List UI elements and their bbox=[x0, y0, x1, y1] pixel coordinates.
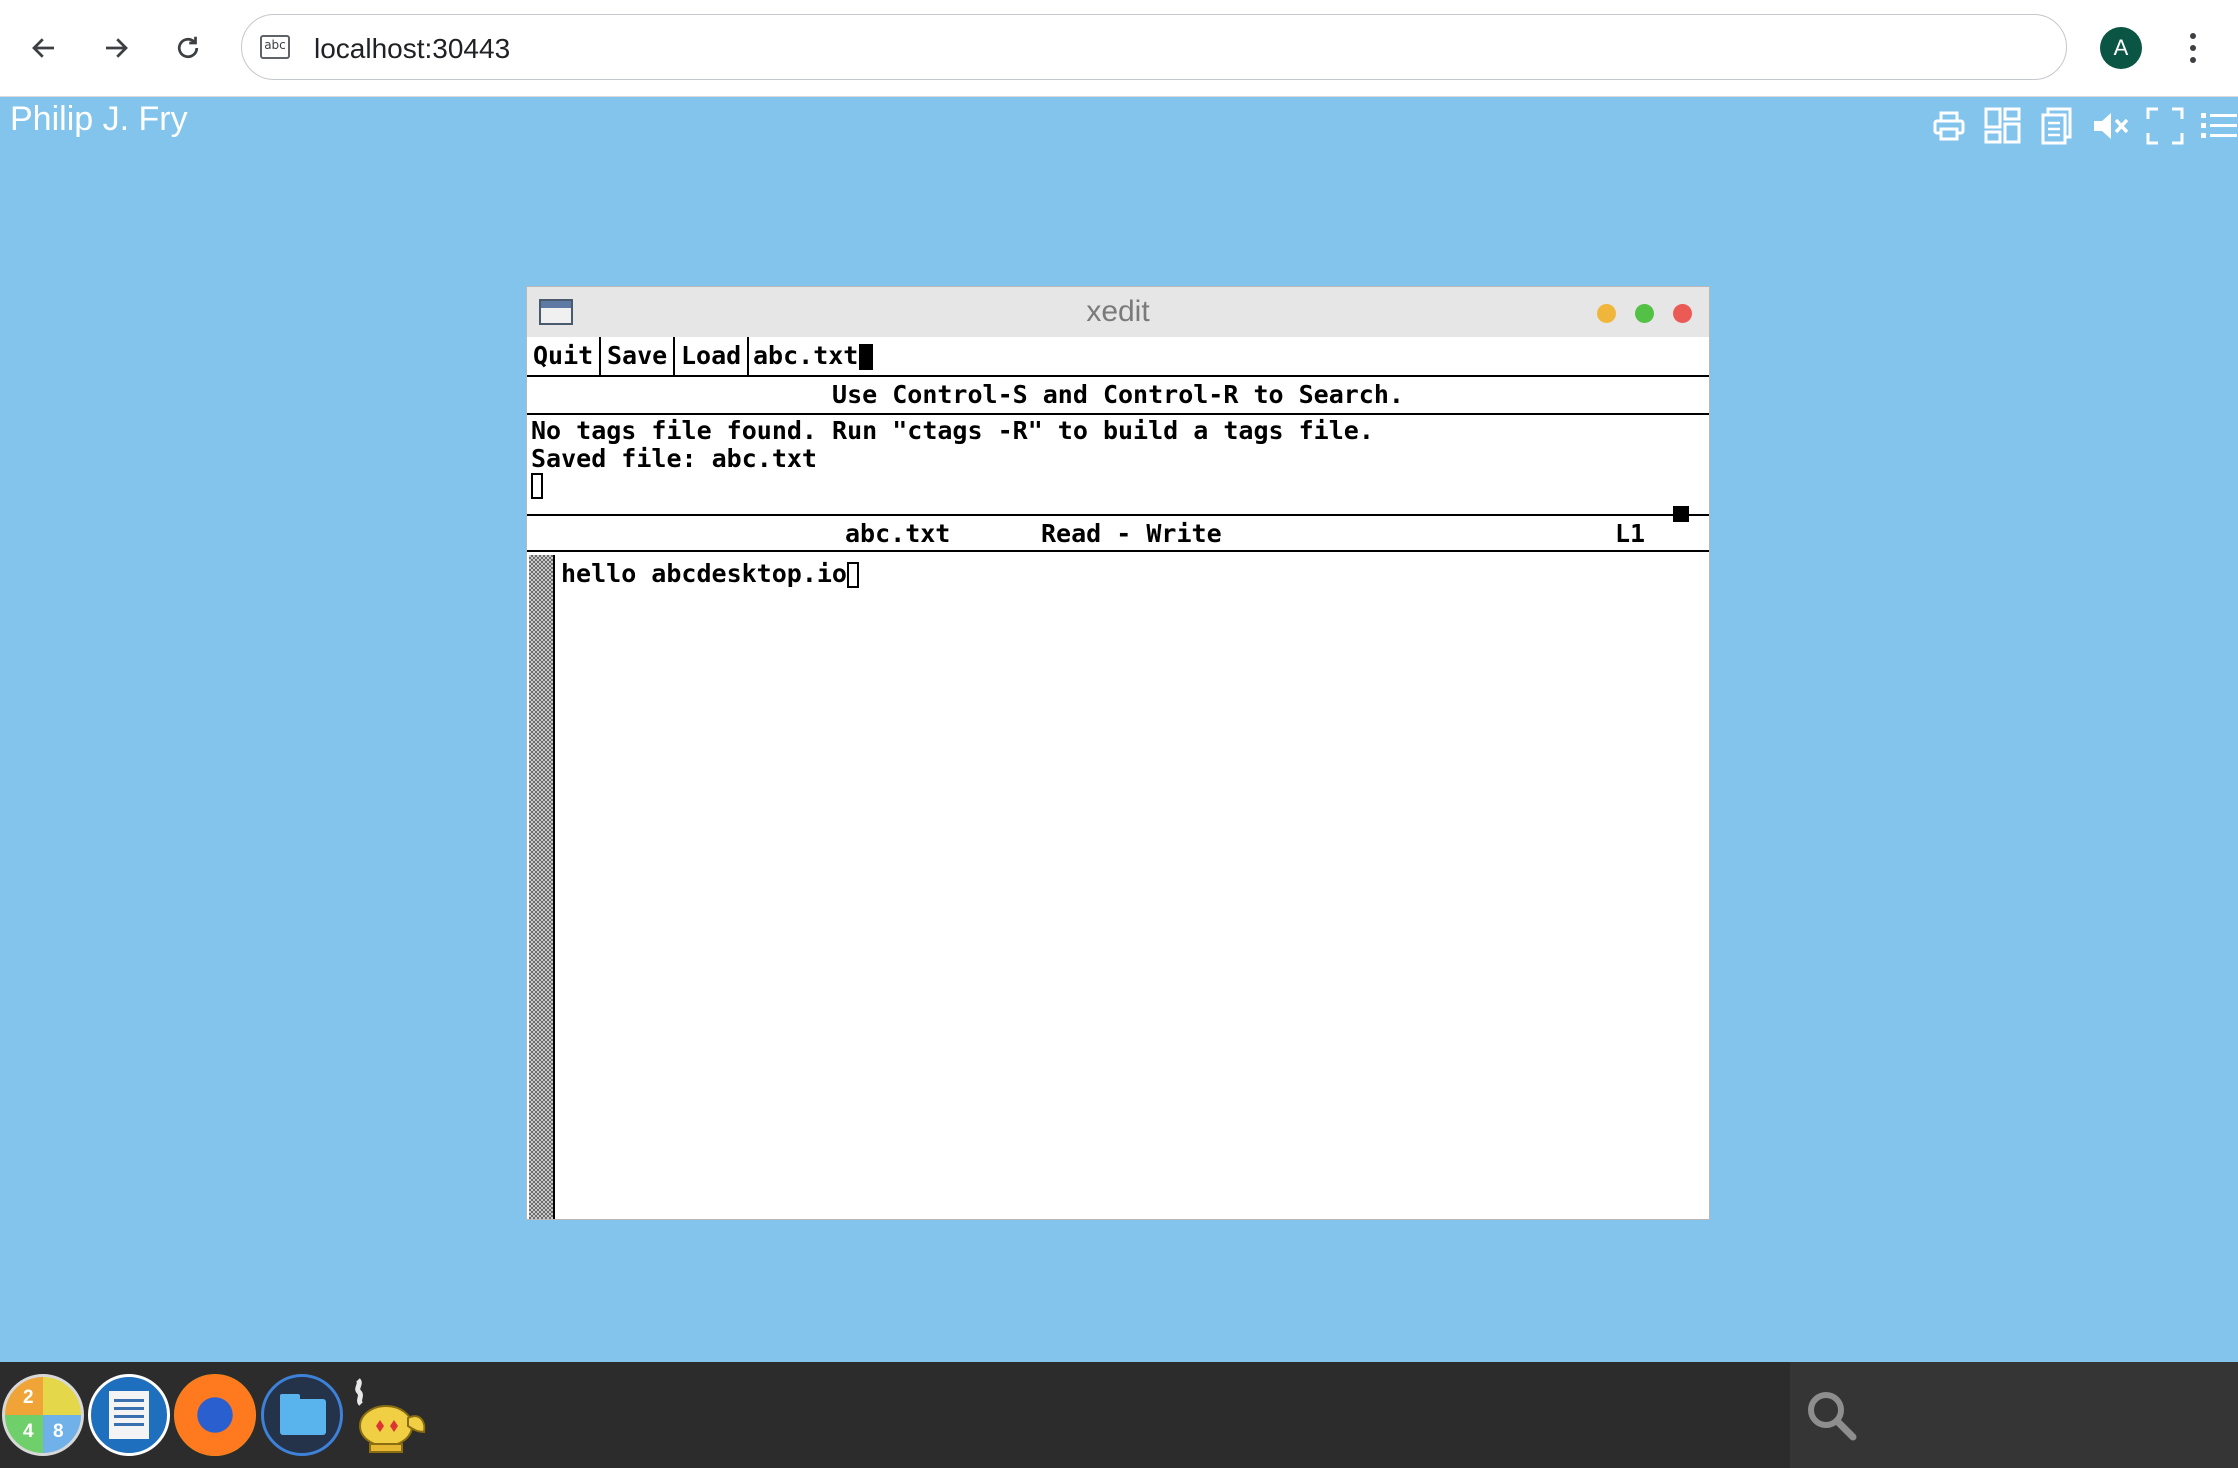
maximize-button[interactable] bbox=[1635, 304, 1654, 323]
browser-menu-icon[interactable] bbox=[2178, 22, 2208, 74]
reload-icon bbox=[177, 36, 199, 59]
calculator-digit: 2 bbox=[23, 1387, 34, 1408]
genie-lamp-icon[interactable] bbox=[346, 1374, 428, 1456]
filename-input[interactable]: abc.txt bbox=[749, 337, 1049, 375]
close-button[interactable] bbox=[1673, 304, 1692, 323]
text-editor-icon[interactable] bbox=[88, 1374, 170, 1456]
search-hint: Use Control-S and Control-R to Search. bbox=[527, 377, 1709, 415]
status-bar: abc.txt Read - Write L1 bbox=[527, 514, 1709, 552]
window-titlebar[interactable]: xedit bbox=[527, 287, 1709, 337]
taskbar: 2 4 8 bbox=[0, 1362, 2238, 1468]
desktop-toolbar bbox=[1928, 104, 2238, 148]
command-bar: Quit Save Load abc.txt bbox=[527, 337, 1709, 377]
url-text[interactable]: localhost:30443 bbox=[314, 33, 510, 65]
browser-toolbar: abc localhost:30443 A bbox=[0, 0, 2238, 97]
status-mode: Read - Write bbox=[1041, 519, 1222, 548]
message-area: No tags file found. Run "ctags -R" to bu… bbox=[531, 417, 1374, 501]
minimize-button[interactable] bbox=[1597, 304, 1616, 323]
message-line: No tags file found. Run "ctags -R" to bu… bbox=[531, 416, 1374, 445]
arrow-right-icon bbox=[106, 38, 128, 58]
back-button[interactable] bbox=[20, 24, 68, 72]
filename-input-value: abc.txt bbox=[753, 341, 859, 370]
address-bar[interactable]: abc localhost:30443 bbox=[241, 14, 2067, 80]
status-line: L1 bbox=[1615, 519, 1646, 548]
mute-speaker-icon[interactable] bbox=[2090, 105, 2132, 147]
editor-content: hello abcdesktop.io bbox=[561, 559, 847, 588]
window-title: xedit bbox=[1086, 295, 1150, 328]
calculator-digit: 4 bbox=[23, 1421, 34, 1442]
editor-text-area[interactable]: hello abcdesktop.io bbox=[561, 557, 859, 591]
forward-button[interactable] bbox=[92, 24, 140, 72]
message-cursor bbox=[531, 473, 543, 499]
files-icon[interactable] bbox=[261, 1374, 343, 1456]
reload-button[interactable] bbox=[164, 24, 212, 72]
list-menu-icon[interactable] bbox=[2198, 105, 2238, 147]
layout-grid-icon[interactable] bbox=[1982, 105, 2024, 147]
status-filename: abc.txt bbox=[845, 519, 951, 548]
text-cursor bbox=[859, 344, 874, 370]
calculator-digit: 8 bbox=[53, 1421, 64, 1442]
editor-cursor bbox=[846, 562, 859, 588]
load-button[interactable]: Load bbox=[675, 337, 749, 375]
xedit-window[interactable]: xedit Quit Save Load abc.txt Use Control… bbox=[526, 286, 1710, 1220]
editor-scrollbar[interactable] bbox=[529, 555, 555, 1219]
profile-avatar[interactable]: A bbox=[2100, 27, 2142, 69]
fullscreen-icon[interactable] bbox=[2144, 105, 2186, 147]
documents-icon[interactable] bbox=[2036, 105, 2078, 147]
user-name: Philip J. Fry bbox=[10, 100, 188, 138]
search-area[interactable] bbox=[1790, 1362, 2238, 1468]
quit-button[interactable]: Quit bbox=[527, 337, 601, 375]
save-button[interactable]: Save bbox=[601, 337, 675, 375]
site-info-icon[interactable]: abc bbox=[260, 35, 290, 59]
firefox-icon[interactable] bbox=[174, 1374, 256, 1456]
message-line: Saved file: abc.txt bbox=[531, 444, 817, 473]
search-icon[interactable] bbox=[1804, 1388, 1858, 1442]
calculator-icon[interactable]: 2 4 8 bbox=[2, 1374, 84, 1456]
print-icon[interactable] bbox=[1928, 105, 1970, 147]
arrow-left-icon bbox=[32, 38, 54, 58]
